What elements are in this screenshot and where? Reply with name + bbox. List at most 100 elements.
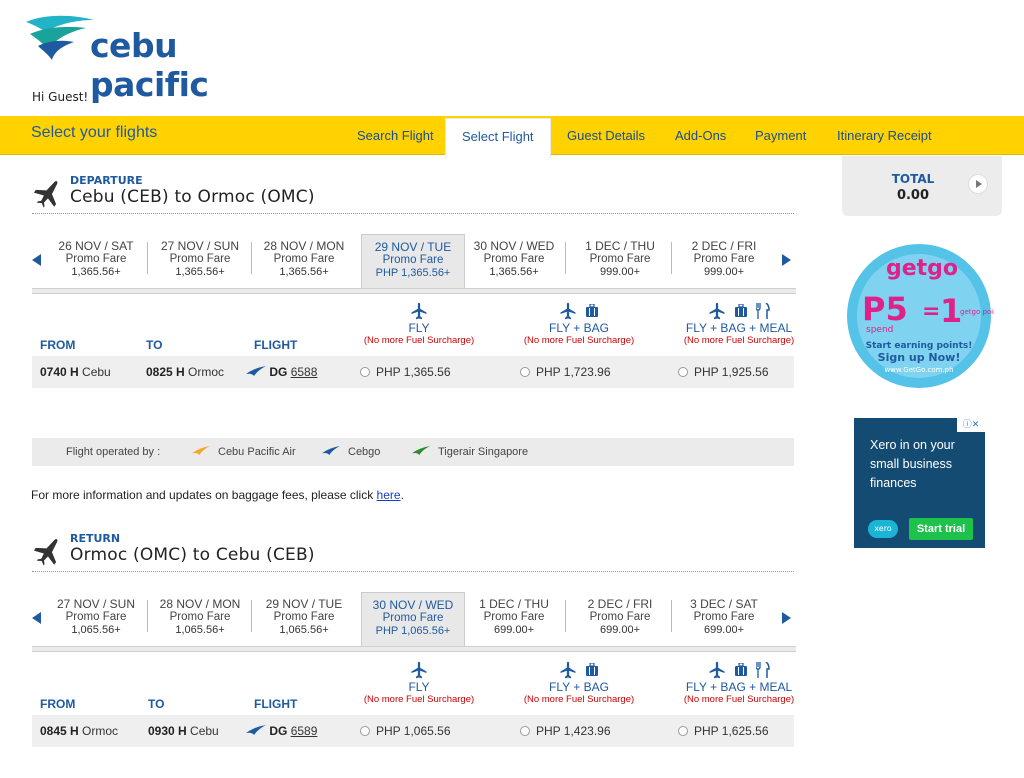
carrier-code: DG <box>269 724 288 738</box>
prev-dates-icon[interactable] <box>32 254 41 266</box>
departure-header: DEPARTURE Cebu (CEB) to Ormoc (OMC) <box>32 174 794 214</box>
bundle-note: (No more Fuel Surcharge) <box>523 694 635 705</box>
ad-choices-close-icon[interactable]: ⓘ✕ <box>957 418 985 432</box>
date-label: 2 DEC / FRI <box>691 239 757 253</box>
bird-logo-icon <box>26 15 94 60</box>
fare-option-fly[interactable]: PHP 1,365.56 <box>360 365 451 379</box>
baggage-fees-link[interactable]: here <box>377 488 401 502</box>
cebgo-airline-icon <box>246 725 266 735</box>
fare-radio[interactable] <box>360 367 370 377</box>
col-flight: FLIGHT <box>254 697 298 711</box>
date-option[interactable]: 2 DEC / FRI Promo Fare 999.00+ <box>672 240 776 284</box>
prev-dates-icon[interactable] <box>32 612 41 624</box>
flight-row: 0740 H Cebu 0825 H Ormoc DG 6588 PHP 1,3… <box>32 356 794 388</box>
step-add-ons[interactable]: Add-Ons <box>675 128 726 143</box>
date-option[interactable]: 27 NOV / SUN Promo Fare 1,365.56+ <box>148 240 252 284</box>
date-label: 30 NOV / WED <box>473 239 555 253</box>
brand-name: cebu pacific <box>90 26 209 104</box>
date-label: 27 NOV / SUN <box>56 597 136 611</box>
operator-name: Cebu Pacific Air <box>218 446 296 458</box>
date-price: 699.00+ <box>703 624 745 636</box>
date-label: 1 DEC / THU <box>479 597 549 611</box>
col-from: FROM <box>40 338 76 352</box>
date-option[interactable]: 26 NOV / SAT Promo Fare 1,365.56+ <box>44 240 148 284</box>
dep-city: Ormoc <box>82 724 119 738</box>
carousel-scrollbar[interactable] <box>32 646 796 652</box>
departure-time-cell: 0845 H Ormoc <box>40 724 118 738</box>
return-date-carousel: 27 NOV / SUN Promo Fare 1,065.56+ 28 NOV… <box>32 592 796 654</box>
date-option[interactable]: 1 DEC / THU Promo Fare 999.00+ <box>568 240 672 284</box>
airplane-icon <box>709 661 725 679</box>
fare-radio[interactable] <box>520 726 530 736</box>
date-label: 3 DEC / SAT <box>690 597 758 611</box>
date-price: 1,065.56+ <box>175 624 225 636</box>
fare-radio[interactable] <box>520 367 530 377</box>
fare-radio[interactable] <box>678 367 688 377</box>
xero-logo: xero <box>868 520 898 538</box>
getgo-spend: spend <box>866 325 893 335</box>
bundle-note: (No more Fuel Surcharge) <box>683 694 795 705</box>
flight-number-link[interactable]: 6589 <box>291 724 318 738</box>
getgo-line2: Sign up Now! <box>878 351 961 364</box>
date-option[interactable]: 3 DEC / SAT Promo Fare 699.00+ <box>672 598 776 642</box>
date-price: 1,365.56+ <box>489 266 539 278</box>
date-label: 29 NOV / TUE <box>265 597 343 611</box>
date-option-selected[interactable]: 30 NOV / WED Promo Fare PHP 1,065.56+ <box>361 592 465 646</box>
step-search-flight[interactable]: Search Flight <box>357 128 434 143</box>
bundle-name: FLY <box>408 680 430 694</box>
return-header: RETURN Ormoc (OMC) to Cebu (CEB) <box>32 532 794 572</box>
bundle-fly-bag: FLY + BAG (No more Fuel Surcharge) <box>504 659 654 705</box>
flight-number-cell: DG 6588 <box>246 365 317 379</box>
fare-price: PHP 1,723.96 <box>536 365 611 379</box>
arr-time: 0930 H <box>148 724 187 738</box>
step-payment[interactable]: Payment <box>755 128 806 143</box>
bundle-note: (No more Fuel Surcharge) <box>523 335 635 346</box>
flight-number-link[interactable]: 6588 <box>291 365 318 379</box>
luggage-icon <box>586 663 598 676</box>
fare-option-fly[interactable]: PHP 1,065.56 <box>360 724 451 738</box>
date-option[interactable]: 2 DEC / FRI Promo Fare 699.00+ <box>568 598 672 642</box>
date-option[interactable]: 28 NOV / MON Promo Fare 1,065.56+ <box>148 598 252 642</box>
baggage-info: For more information and updates on bagg… <box>31 488 404 502</box>
next-dates-icon[interactable] <box>782 612 791 624</box>
fare-type: Promo Fare <box>169 253 231 265</box>
expand-total-icon[interactable] <box>968 174 988 194</box>
date-option-selected[interactable]: 29 NOV / TUE Promo Fare PHP 1,365.56+ <box>361 234 465 288</box>
date-option[interactable]: 27 NOV / SUN Promo Fare 1,065.56+ <box>44 598 148 642</box>
bundle-fly-bag: FLY + BAG (No more Fuel Surcharge) <box>504 300 654 346</box>
bundle-name: FLY + BAG + MEAL <box>685 321 793 335</box>
arrival-time-cell: 0825 H Ormoc <box>146 365 224 379</box>
cebu-pacific-logo[interactable]: cebu pacific <box>24 12 294 104</box>
bundle-name: FLY <box>408 321 430 335</box>
step-select-flight[interactable]: Select Flight <box>445 118 551 165</box>
fare-option-fly-bag-meal[interactable]: PHP 1,625.56 <box>678 724 769 738</box>
date-option[interactable]: 28 NOV / MON Promo Fare 1,365.56+ <box>252 240 356 284</box>
step-itinerary-receipt[interactable]: Itinerary Receipt <box>837 128 932 143</box>
start-trial-button[interactable]: Start trial <box>909 518 973 540</box>
cebu-pacific-airline-icon <box>192 446 210 455</box>
fare-type: Promo Fare <box>483 611 545 623</box>
step-guest-details[interactable]: Guest Details <box>567 128 645 143</box>
fare-radio[interactable] <box>360 726 370 736</box>
fare-option-fly-bag-meal[interactable]: PHP 1,925.56 <box>678 365 769 379</box>
bundle-fly-bag-meal: FLY + BAG + MEAL (No more Fuel Surcharge… <box>664 300 814 346</box>
col-to: TO <box>148 697 165 711</box>
fare-option-fly-bag[interactable]: PHP 1,723.96 <box>520 365 611 379</box>
fare-type: Promo Fare <box>169 611 231 623</box>
airplane-icon <box>560 661 576 679</box>
fare-radio[interactable] <box>678 726 688 736</box>
airplane-icon <box>33 181 58 208</box>
date-option[interactable]: 1 DEC / THU Promo Fare 699.00+ <box>462 598 566 642</box>
xero-ad[interactable]: ⓘ✕ Xero in on your small business financ… <box>854 418 985 548</box>
date-price: 1,065.56+ <box>279 624 329 636</box>
date-option[interactable]: 29 NOV / TUE Promo Fare 1,065.56+ <box>252 598 356 642</box>
getgo-ad[interactable]: getgo P5 spend = 1 getgo point Start ear… <box>844 242 1001 390</box>
fare-type: Promo Fare <box>382 254 444 266</box>
carousel-scrollbar[interactable] <box>32 288 796 294</box>
info-end: . <box>400 488 404 502</box>
date-price: 999.00+ <box>703 266 745 278</box>
fare-option-fly-bag[interactable]: PHP 1,423.96 <box>520 724 611 738</box>
next-dates-icon[interactable] <box>782 254 791 266</box>
date-option[interactable]: 30 NOV / WED Promo Fare 1,365.56+ <box>462 240 566 284</box>
operator-cebu-pacific <box>192 446 210 458</box>
